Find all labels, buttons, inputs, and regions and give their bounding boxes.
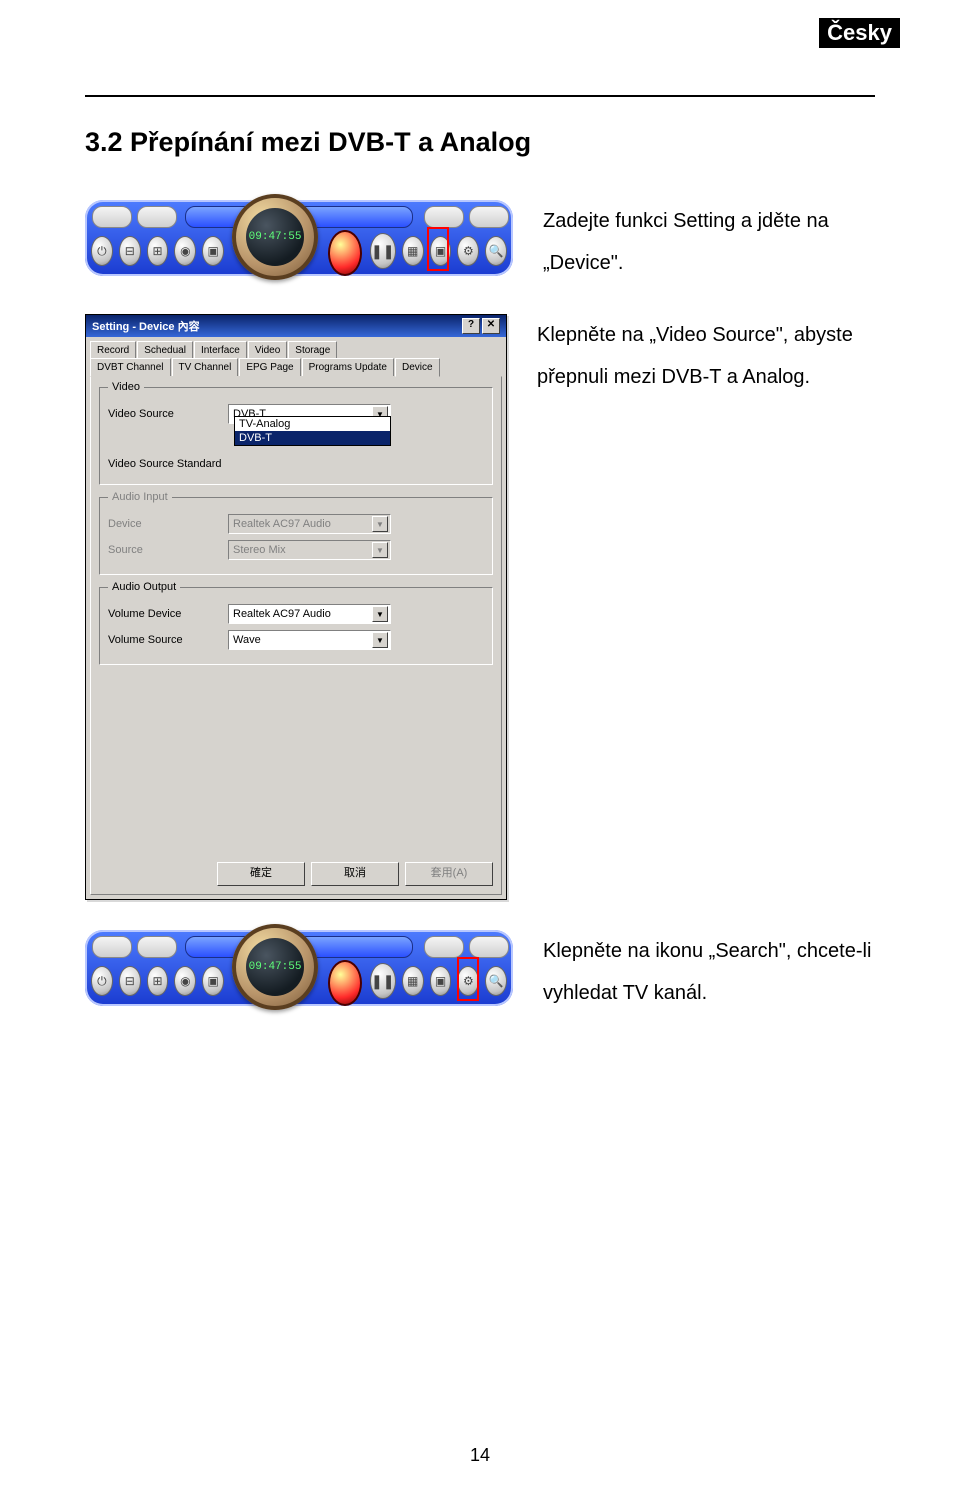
instruction-text: „Device". [543, 252, 623, 274]
volume-device-combo[interactable]: Realtek AC97 Audio ▼ [228, 604, 391, 624]
tab-programs-update[interactable]: Programs Update [302, 358, 394, 377]
player-button[interactable]: ⊟ [119, 966, 141, 996]
header-divider [85, 95, 875, 97]
player-button[interactable]: ▣ [202, 966, 224, 996]
tab-schedual[interactable]: Schedual [137, 341, 193, 359]
settings-icon[interactable]: ⚙ [457, 236, 479, 266]
tab-dvbt-channel[interactable]: DVBT Channel [90, 358, 171, 377]
player-dial[interactable]: 09:47:55 [232, 924, 318, 1010]
dialog-titlebar: Setting - Device 內容 ? ✕ [86, 315, 506, 337]
player-button[interactable]: ▣ [202, 236, 224, 266]
audio-device-value: Realtek AC97 Audio [233, 518, 331, 530]
language-badge: Česky [819, 18, 900, 48]
group-audio-output-title: Audio Output [108, 581, 180, 593]
dialog-title: Setting - Device 內容 [92, 318, 200, 334]
label-volume-source: Volume Source [108, 634, 228, 646]
record-button[interactable] [328, 230, 362, 276]
player-top-btn[interactable] [424, 206, 464, 228]
help-icon[interactable]: ? [462, 318, 480, 334]
player-top-btn[interactable] [424, 936, 464, 958]
player-top-btn[interactable] [469, 936, 509, 958]
dropdown-item-analog[interactable]: TV-Analog [235, 417, 390, 431]
tab-interface[interactable]: Interface [194, 341, 247, 359]
instruction-text: Zadejte funkci Setting a jděte na [543, 210, 829, 232]
volume-device-value: Realtek AC97 Audio [233, 608, 331, 620]
power-icon[interactable]: ⏻ [91, 966, 113, 996]
label-video-source-standard: Video Source Standard [108, 458, 228, 470]
chevron-down-icon: ▼ [372, 516, 388, 532]
player-button[interactable]: ▣ [430, 236, 452, 266]
settings-dialog: Setting - Device 內容 ? ✕ Record Schedual … [85, 314, 507, 900]
label-audio-device: Device [108, 518, 228, 530]
player-top-btn[interactable] [469, 206, 509, 228]
chevron-down-icon[interactable]: ▼ [372, 632, 388, 648]
chevron-down-icon[interactable]: ▼ [372, 606, 388, 622]
instruction-text: Klepněte na „Video Source", abyste [537, 324, 853, 346]
volume-source-value: Wave [233, 634, 261, 646]
pause-icon[interactable]: ❚❚ [370, 963, 396, 999]
ok-button[interactable]: 確定 [217, 862, 305, 886]
search-icon[interactable]: 🔍 [485, 966, 507, 996]
tab-device[interactable]: Device [395, 358, 440, 377]
power-icon[interactable]: ⏻ [91, 236, 113, 266]
audio-device-combo: Realtek AC97 Audio ▼ [228, 514, 391, 534]
cancel-button[interactable]: 取消 [311, 862, 399, 886]
player-bar-1: ⏻ ⊟ ⊞ ◉ ▣ 09:47:55 ❚❚ ▦ ▣ ⚙ 🔍 [85, 200, 513, 276]
tab-tv-channel[interactable]: TV Channel [172, 358, 239, 377]
settings-icon[interactable]: ⚙ [457, 966, 479, 996]
camera-icon[interactable]: ◉ [174, 236, 196, 266]
close-icon[interactable]: ✕ [482, 318, 500, 334]
volume-source-combo[interactable]: Wave ▼ [228, 630, 391, 650]
camera-icon[interactable]: ◉ [174, 966, 196, 996]
label-video-source: Video Source [108, 408, 228, 420]
tab-video[interactable]: Video [248, 341, 287, 359]
player-top-btn[interactable] [92, 206, 132, 228]
audio-source-combo: Stereo Mix ▼ [228, 540, 391, 560]
player-top-btn[interactable] [92, 936, 132, 958]
group-video-title: Video [108, 381, 144, 393]
label-volume-device: Volume Device [108, 608, 228, 620]
instruction-text: Klepněte na ikonu „Search", chcete-li [543, 940, 871, 962]
label-audio-source: Source [108, 544, 228, 556]
player-button[interactable]: ⊞ [147, 966, 169, 996]
audio-source-value: Stereo Mix [233, 544, 286, 556]
record-button[interactable] [328, 960, 362, 1006]
player-button[interactable]: ▦ [402, 966, 424, 996]
player-top-btn[interactable] [137, 206, 177, 228]
player-top-btn[interactable] [137, 936, 177, 958]
pause-icon[interactable]: ❚❚ [370, 233, 396, 269]
tab-storage[interactable]: Storage [288, 341, 337, 359]
instruction-text: vyhledat TV kanál. [543, 982, 707, 1004]
player-button[interactable]: ▦ [402, 236, 424, 266]
player-bar-2: ⏻ ⊟ ⊞ ◉ ▣ 09:47:55 ❚❚ ▦ ▣ ⚙ 🔍 [85, 930, 513, 1006]
tab-record[interactable]: Record [90, 341, 136, 359]
page-number: 14 [0, 1445, 960, 1466]
player-dial[interactable]: 09:47:55 [232, 194, 318, 280]
player-button[interactable]: ⊟ [119, 236, 141, 266]
instruction-text: přepnuli mezi DVB-T a Analog. [537, 366, 810, 388]
group-audio-input-title: Audio Input [108, 491, 172, 503]
dropdown-item-dvbt[interactable]: DVB-T [235, 431, 390, 445]
video-source-dropdown[interactable]: TV-Analog DVB-T [234, 416, 391, 446]
section-heading: 3.2 Přepínání mezi DVB-T a Analog [85, 127, 875, 158]
player-time: 09:47:55 [246, 208, 304, 266]
chevron-down-icon: ▼ [372, 542, 388, 558]
tab-epg-page[interactable]: EPG Page [239, 358, 300, 377]
search-icon[interactable]: 🔍 [485, 236, 507, 266]
player-time: 09:47:55 [246, 938, 304, 996]
player-button[interactable]: ⊞ [147, 236, 169, 266]
apply-button: 套用(A) [405, 862, 493, 886]
player-button[interactable]: ▣ [430, 966, 452, 996]
